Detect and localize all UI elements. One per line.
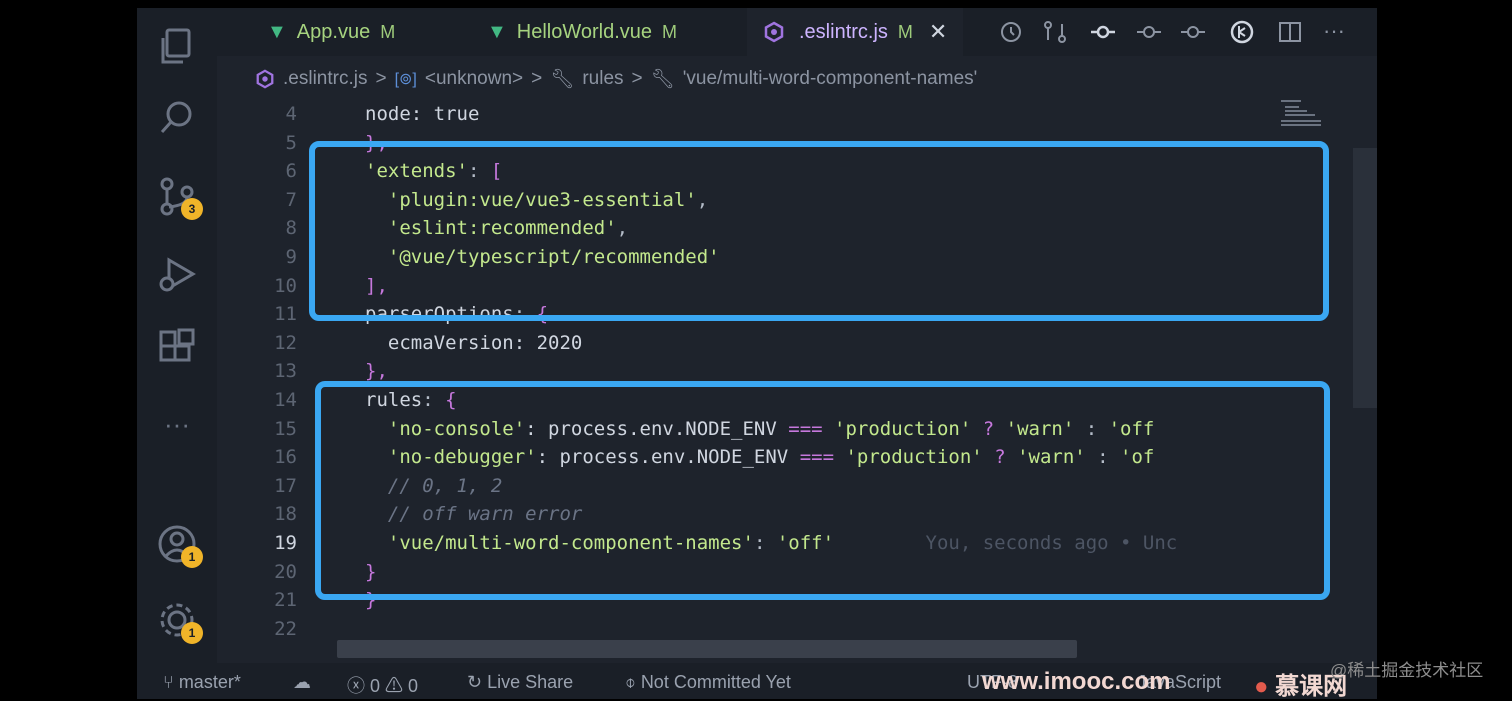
blame-status[interactable]: ⌽ Not Committed Yet	[625, 672, 791, 693]
breadcrumb-separator: >	[631, 68, 643, 89]
settings-gear-icon[interactable]: 1	[155, 598, 203, 644]
compare-changes-icon[interactable]	[1043, 20, 1067, 44]
editor-window: 3 ··· 1 1 ▼ App.vue M ▼ HelloWorld.vue M	[137, 8, 1377, 699]
live-share-button[interactable]: ↻ Live Share	[467, 672, 573, 693]
breadcrumb-unknown[interactable]: <unknown>	[425, 68, 523, 90]
tab-helloworld-vue[interactable]: ▼ HelloWorld.vue M	[487, 8, 677, 56]
breadcrumb-separator: >	[531, 68, 543, 89]
tab-label: .eslintrc.js	[799, 20, 888, 43]
horizontal-scrollbar[interactable]	[337, 640, 1077, 658]
tab-app-vue[interactable]: ▼ App.vue M	[267, 8, 395, 56]
vertical-scrollbar[interactable]	[1353, 148, 1377, 408]
line-number: 22	[274, 617, 297, 640]
line-number: 5	[285, 131, 297, 154]
tab-label: HelloWorld.vue	[516, 20, 653, 43]
branch-name: master*	[178, 672, 241, 692]
previous-commit-icon[interactable]	[1137, 20, 1161, 44]
breadcrumb-rules[interactable]: rules	[582, 68, 623, 90]
highlight-extends-box	[309, 141, 1329, 321]
split-editor-icon[interactable]	[1278, 20, 1302, 44]
wrench-icon: 🔧︎	[650, 69, 675, 90]
close-tab-icon[interactable]: ✕	[929, 19, 947, 45]
status-bar: ⑂ master* ☁ ⓧ 0 ⚠ 0 ↻ Live Share ⌽ Not C…	[137, 663, 1377, 699]
code-token: ecmaVersion: 2020	[365, 331, 583, 354]
line-number: 12	[274, 331, 297, 354]
breadcrumb-separator: >	[375, 68, 387, 89]
modified-badge: M	[897, 21, 913, 42]
line-number: 4	[285, 103, 297, 125]
breadcrumb-file[interactable]: .eslintrc.js	[283, 68, 367, 90]
line-number: 8	[285, 217, 297, 240]
code-line[interactable]: 12 ecmaVersion: 2020	[217, 329, 1362, 358]
highlight-rules-box	[315, 381, 1330, 600]
line-number: 18	[274, 503, 297, 526]
line-number: 14	[274, 389, 297, 411]
gitlens-icon[interactable]	[1230, 20, 1254, 44]
scm-badge: 3	[181, 198, 203, 220]
more-actions-icon[interactable]: ···	[1323, 18, 1345, 44]
code-line[interactable]: 4 node: true	[217, 100, 1362, 129]
activity-bar: 3 ··· 1 1	[137, 8, 217, 663]
eslint-file-icon	[764, 21, 784, 43]
line-number: 7	[285, 188, 297, 211]
line-number: 9	[285, 246, 297, 268]
commit-label: Not Committed Yet	[640, 672, 791, 692]
tab-label: App.vue	[296, 20, 371, 43]
line-number: 21	[274, 589, 297, 612]
line-number: 11	[274, 303, 297, 326]
modified-badge: M	[380, 21, 396, 42]
tab-eslintrc-js[interactable]: .eslintrc.js M ✕	[747, 8, 964, 56]
live-share-label: Live Share	[487, 672, 574, 692]
code-token: },	[365, 360, 388, 383]
accounts-badge: 1	[181, 546, 203, 568]
explorer-icon[interactable]	[155, 24, 199, 68]
more-icon[interactable]: ···	[155, 402, 199, 446]
object-icon: [⊚]	[394, 71, 417, 88]
line-number: 10	[274, 274, 297, 297]
code-line[interactable]: 22	[217, 615, 1362, 640]
line-number: 15	[274, 417, 297, 440]
timeline-history-icon[interactable]	[998, 20, 1022, 44]
line-number: 16	[274, 446, 297, 469]
juejin-watermark: @稀土掘金技术社区	[1330, 661, 1484, 680]
code-text: ecmaVersion: 2020	[365, 329, 582, 358]
line-number: 13	[274, 360, 297, 383]
modified-badge: M	[662, 21, 678, 42]
vue-file-icon: ▼	[267, 20, 287, 43]
extensions-icon[interactable]	[155, 326, 199, 370]
branch-status[interactable]: ⑂ master*	[163, 672, 241, 693]
line-number: 20	[274, 560, 297, 583]
line-number: 19	[274, 532, 297, 554]
tab-bar: ▼ App.vue M ▼ HelloWorld.vue M .eslintrc…	[217, 8, 1377, 56]
accounts-icon[interactable]: 1	[155, 522, 203, 568]
eslint-file-icon	[256, 69, 274, 89]
warning-count: 0	[408, 676, 419, 696]
code-text: node: true	[365, 100, 479, 129]
error-count: 0	[370, 676, 381, 696]
line-number: 17	[274, 474, 297, 497]
problems-status[interactable]: ⓧ 0 ⚠ 0	[347, 672, 418, 698]
imooc-logo-icon: ●	[1254, 673, 1269, 700]
vue-file-icon: ▼	[487, 20, 507, 43]
run-debug-icon[interactable]	[155, 252, 199, 296]
search-icon[interactable]	[155, 96, 199, 140]
breadcrumb: .eslintrc.js > [⊚] <unknown> > 🔧︎ rules …	[255, 66, 977, 92]
imooc-watermark: www.imooc.com	[982, 668, 1171, 695]
code-token: node: true	[365, 103, 480, 125]
line-number: 6	[285, 160, 297, 183]
next-commit-icon[interactable]	[1181, 20, 1205, 44]
commit-icon[interactable]	[1091, 20, 1115, 44]
wrench-icon: 🔧︎	[550, 69, 575, 90]
source-control-icon[interactable]: 3	[155, 174, 203, 220]
settings-badge: 1	[181, 622, 203, 644]
sync-icon[interactable]: ☁	[293, 672, 311, 693]
breadcrumb-rule[interactable]: 'vue/multi-word-component-names'	[683, 68, 977, 90]
